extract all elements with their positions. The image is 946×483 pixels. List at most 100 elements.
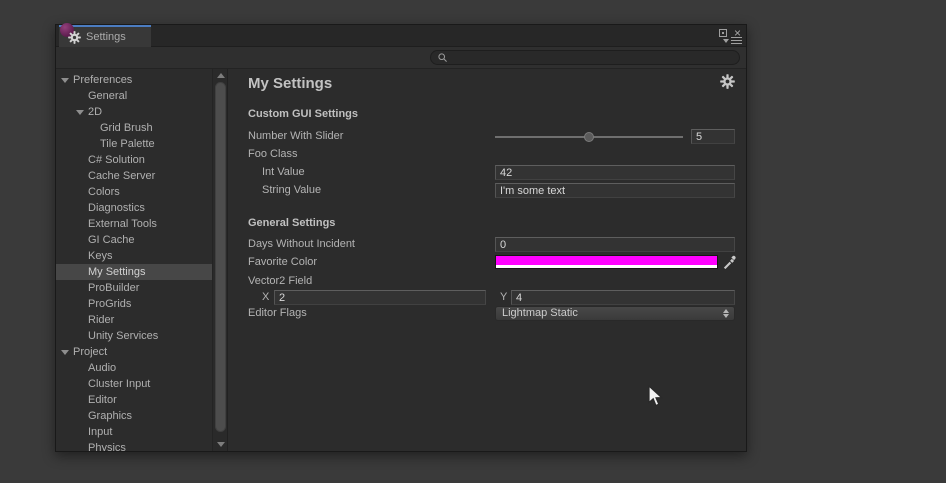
int-value-field[interactable] xyxy=(495,165,735,180)
string-value-field[interactable] xyxy=(495,183,735,198)
slider-track[interactable] xyxy=(495,136,683,138)
sidebar-scrollbar[interactable] xyxy=(212,69,228,451)
group-label: Foo Class xyxy=(248,147,298,162)
sidebar-item-graphics[interactable]: Graphics xyxy=(56,408,212,424)
sidebar-item-label: Rider xyxy=(88,314,114,326)
field-label: Vector2 Field xyxy=(248,274,312,289)
row-string-value: String Value xyxy=(229,183,746,198)
field-label: Favorite Color xyxy=(248,255,317,270)
sidebar-item-c-solution[interactable]: C# Solution xyxy=(56,152,212,168)
sidebar-item-gi-cache[interactable]: GI Cache xyxy=(56,232,212,248)
row-int-value: Int Value xyxy=(229,165,746,180)
sidebar-item-colors[interactable]: Colors xyxy=(56,184,212,200)
sidebar-item-label: General xyxy=(88,90,127,102)
sidebar-item-general[interactable]: General xyxy=(56,88,212,104)
sidebar-item-preferences[interactable]: Preferences xyxy=(56,72,212,88)
section-header-general: General Settings xyxy=(248,217,335,229)
field-label: Int Value xyxy=(262,165,305,180)
row-vector2-label: Vector2 Field xyxy=(229,274,746,289)
eyedropper-icon[interactable] xyxy=(722,254,737,274)
sidebar-item-diagnostics[interactable]: Diagnostics xyxy=(56,200,212,216)
row-editor-flags: Editor Flags Lightmap Static xyxy=(229,306,746,321)
sidebar-item-label: 2D xyxy=(88,106,102,118)
sidebar-item-label: ProBuilder xyxy=(88,282,139,294)
section-header-custom-gui: Custom GUI Settings xyxy=(248,108,358,120)
vector2-x-field[interactable] xyxy=(274,290,486,305)
color-swatch[interactable] xyxy=(495,255,718,269)
editor-flags-dropdown[interactable]: Lightmap Static xyxy=(495,306,735,321)
color-alpha-bar xyxy=(496,265,717,268)
sidebar-item-cluster-input[interactable]: Cluster Input xyxy=(56,376,212,392)
tab-bar: Settings × xyxy=(56,25,746,47)
foldout-open-icon[interactable] xyxy=(61,350,69,355)
scroll-up-icon[interactable] xyxy=(217,73,225,78)
sidebar-item-physics[interactable]: Physics xyxy=(56,440,212,451)
sidebar-item-label: Cluster Input xyxy=(88,378,150,390)
sidebar-item-label: GI Cache xyxy=(88,234,134,246)
sidebar-item-probuilder[interactable]: ProBuilder xyxy=(56,280,212,296)
sidebar-item-audio[interactable]: Audio xyxy=(56,360,212,376)
y-label: Y xyxy=(500,290,507,305)
row-foo-class: Foo Class xyxy=(229,147,746,162)
panel-gear-icon[interactable] xyxy=(720,74,735,89)
sidebar-item-editor[interactable]: Editor xyxy=(56,392,212,408)
tab-title: Settings xyxy=(86,31,126,43)
sidebar-item-label: Physics xyxy=(88,442,126,451)
sidebar-item-label: Keys xyxy=(88,250,112,262)
x-label: X xyxy=(262,290,269,305)
field-label: Days Without Incident xyxy=(248,237,355,252)
scroll-down-icon[interactable] xyxy=(217,442,225,447)
sidebar-item-rider[interactable]: Rider xyxy=(56,312,212,328)
sidebar-item-my-settings[interactable]: My Settings xyxy=(56,264,212,280)
scrollbar-thumb[interactable] xyxy=(215,82,226,432)
sidebar-item-label: My Settings xyxy=(88,266,145,278)
field-label: String Value xyxy=(262,183,321,198)
sidebar-item-label: Colors xyxy=(88,186,120,198)
days-field[interactable] xyxy=(495,237,735,252)
sidebar-item-grid-brush[interactable]: Grid Brush xyxy=(56,120,212,136)
sidebar-item-label: External Tools xyxy=(88,218,157,230)
sidebar-item-2d[interactable]: 2D xyxy=(56,104,212,120)
tab-settings[interactable]: Settings xyxy=(59,25,151,47)
sidebar-item-progrids[interactable]: ProGrids xyxy=(56,296,212,312)
sidebar-item-keys[interactable]: Keys xyxy=(56,248,212,264)
desktop-background: Settings × Preferences General xyxy=(0,0,946,483)
sidebar-item-label: Project xyxy=(73,346,107,358)
sidebar-item-label: Diagnostics xyxy=(88,202,145,214)
settings-tree: Preferences General 2D Grid Brush Tile Palet… xyxy=(56,69,212,451)
sidebar-item-label: Graphics xyxy=(88,410,132,422)
dropdown-selected-value: Lightmap Static xyxy=(502,307,578,319)
foldout-open-icon[interactable] xyxy=(61,78,69,83)
search-box[interactable] xyxy=(430,50,740,65)
sidebar-item-tile-palette[interactable]: Tile Palette xyxy=(56,136,212,152)
sidebar-item-input[interactable]: Input xyxy=(56,424,212,440)
sidebar-item-label: Unity Services xyxy=(88,330,158,342)
field-label: Editor Flags xyxy=(248,306,307,321)
settings-panel: My Settings xyxy=(229,69,746,451)
dropdown-arrows-icon xyxy=(723,309,729,318)
page-title: My Settings xyxy=(248,75,332,92)
vector2-y-field[interactable] xyxy=(511,290,735,305)
chevron-down-icon xyxy=(723,39,729,43)
sidebar-item-unity-services[interactable]: Unity Services xyxy=(56,328,212,344)
search-input[interactable] xyxy=(448,51,733,64)
sidebar-item-label: C# Solution xyxy=(88,154,145,166)
search-icon xyxy=(437,52,448,63)
row-days-without-incident: Days Without Incident xyxy=(229,237,746,252)
row-vector2-xy: X Y xyxy=(229,290,746,305)
sidebar-item-label: Input xyxy=(88,426,112,438)
foldout-open-icon[interactable] xyxy=(76,110,84,115)
slider-value-field[interactable] xyxy=(691,129,735,144)
content-area: Preferences General 2D Grid Brush Tile Palet… xyxy=(56,69,746,451)
tab-menu-icon[interactable] xyxy=(723,37,742,45)
row-favorite-color: Favorite Color xyxy=(229,255,746,270)
maximize-icon[interactable] xyxy=(719,29,727,37)
slider-thumb[interactable] xyxy=(584,132,594,142)
sidebar-item-external-tools[interactable]: External Tools xyxy=(56,216,212,232)
toolbar xyxy=(56,47,746,69)
sidebar-item-label: Tile Palette xyxy=(100,138,155,150)
sidebar-item-cache-server[interactable]: Cache Server xyxy=(56,168,212,184)
sidebar-item-label: Cache Server xyxy=(88,170,155,182)
sidebar-item-project[interactable]: Project xyxy=(56,344,212,360)
settings-window: Settings × Preferences General xyxy=(55,24,747,452)
